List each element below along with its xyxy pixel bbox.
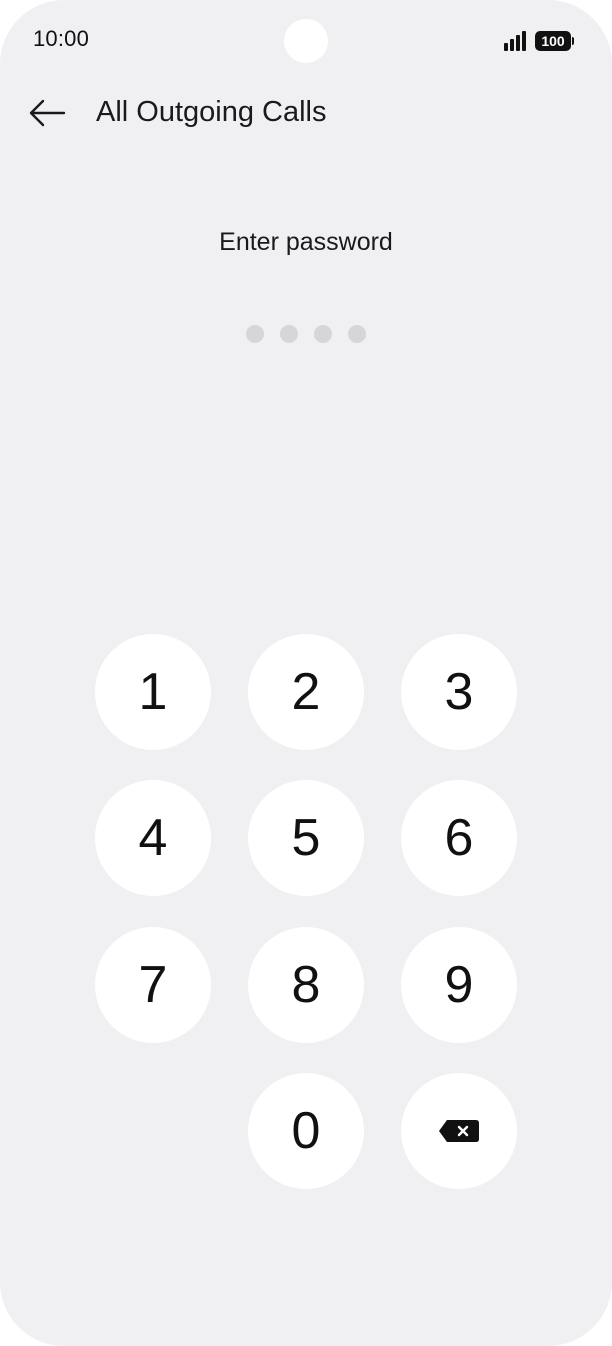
- backspace-icon: [439, 1120, 479, 1142]
- password-dot: [314, 325, 332, 343]
- phone-screen: 10:00 100 All Outgoing Calls Enter passw…: [0, 0, 612, 1346]
- password-prompt: Enter password: [219, 228, 393, 256]
- signal-icon: [504, 31, 528, 51]
- keypad-key-2[interactable]: 2: [248, 634, 364, 750]
- keypad-key-5[interactable]: 5: [248, 780, 364, 896]
- password-dot: [348, 325, 366, 343]
- keypad-key-1[interactable]: 1: [95, 634, 211, 750]
- keypad-key-4[interactable]: 4: [95, 780, 211, 896]
- keypad-key-7[interactable]: 7: [95, 927, 211, 1043]
- keypad-key-6[interactable]: 6: [401, 780, 517, 896]
- front-camera-cutout: [284, 19, 328, 63]
- back-button[interactable]: [22, 90, 72, 136]
- keypad-key-8[interactable]: 8: [248, 927, 364, 1043]
- keypad-key-0[interactable]: 0: [248, 1073, 364, 1189]
- backspace-button[interactable]: [401, 1073, 517, 1189]
- status-time: 10:00: [33, 26, 90, 51]
- password-dots: [246, 325, 366, 343]
- page-title: All Outgoing Calls: [96, 96, 327, 128]
- password-dot: [280, 325, 298, 343]
- arrow-left-icon: [29, 99, 66, 127]
- battery-icon: 100: [535, 31, 574, 51]
- keypad-key-3[interactable]: 3: [401, 634, 517, 750]
- password-dot: [246, 325, 264, 343]
- keypad-key-9[interactable]: 9: [401, 927, 517, 1043]
